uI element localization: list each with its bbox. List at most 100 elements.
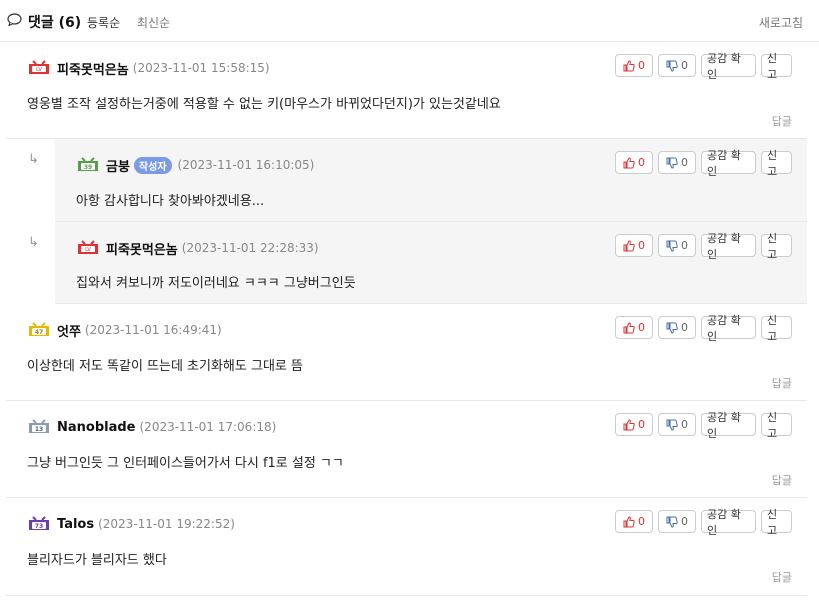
reply-button[interactable]: 답글 — [772, 472, 792, 488]
comment-item: 13 Nanoblade (2023-11-01 17:06:18) 0 0 공… — [6, 401, 807, 498]
dislike-count: 0 — [681, 59, 688, 72]
comment-actions: 0 0 공감 확인 신고 — [615, 232, 792, 261]
comment-date: (2023-11-01 16:49:41) — [84, 323, 222, 337]
sort-latest-tab[interactable]: 최신순 — [137, 14, 170, 31]
comment-actions: 0 0 공감 확인 신고 — [615, 508, 792, 537]
level-icon: 39 — [78, 157, 98, 171]
report-button[interactable]: 신고 — [761, 411, 792, 440]
reply-button[interactable]: 답글 — [772, 113, 792, 129]
like-button[interactable]: 0 — [615, 54, 653, 77]
level-icon: LV — [29, 60, 49, 74]
like-count: 0 — [638, 156, 645, 169]
comment-date: (2023-11-01 19:22:52) — [98, 517, 235, 531]
sort-registered-tab[interactable]: 등록순 — [87, 14, 120, 31]
thumbs-up-icon — [623, 418, 635, 430]
reply-item: LV 피죽못먹은놈 (2023-11-01 22:28:33) 0 0 공감 확… — [55, 222, 807, 304]
comments-header: 댓글 (6) 등록순 최신순 새로고침 — [0, 0, 819, 42]
comment-actions: 0 0 공감 확인 신고 — [615, 149, 792, 178]
report-button[interactable]: 신고 — [761, 52, 792, 81]
report-button[interactable]: 신고 — [761, 508, 792, 537]
svg-text:LV: LV — [85, 247, 91, 253]
level-icon: 47 — [29, 322, 49, 336]
dislike-count: 0 — [681, 239, 688, 252]
comment-date: (2023-11-01 17:06:18) — [139, 420, 277, 434]
level-icon: 73 — [29, 516, 49, 530]
like-count: 0 — [638, 515, 645, 528]
dislike-button[interactable]: 0 — [658, 234, 696, 257]
comment-author-row: 73 Talos (2023-11-01 19:22:52) — [27, 515, 235, 533]
comment-author-nick[interactable]: 피죽못먹은놈 — [57, 59, 129, 78]
like-count: 0 — [638, 418, 645, 431]
like-button[interactable]: 0 — [615, 413, 653, 436]
like-button[interactable]: 0 — [615, 234, 653, 257]
dislike-button[interactable]: 0 — [658, 413, 696, 436]
comment-date: (2023-11-01 16:10:05) — [177, 158, 315, 172]
svg-text:LV: LV — [36, 67, 42, 73]
comment-actions: 0 0 공감 확인 신고 — [615, 314, 792, 343]
dislike-count: 0 — [681, 321, 688, 334]
comment-author-row: LV 피죽못먹은놈 (2023-11-01 22:28:33) — [76, 239, 319, 258]
comment-author-row: 13 Nanoblade (2023-11-01 17:06:18) — [27, 418, 276, 436]
report-button[interactable]: 신고 — [761, 149, 792, 178]
empathy-check-button[interactable]: 공감 확인 — [701, 149, 756, 178]
report-button[interactable]: 신고 — [761, 232, 792, 261]
comment-author-nick[interactable]: 엇쭈 — [57, 321, 81, 340]
thumbs-down-icon — [666, 157, 678, 169]
comment-author-nick[interactable]: Talos — [57, 517, 94, 532]
reply-arrow-icon: ↳ — [28, 152, 39, 167]
like-count: 0 — [638, 59, 645, 72]
reply-button[interactable]: 답글 — [772, 375, 792, 391]
author-badge: 작성자 — [133, 156, 172, 174]
comment-author-row: 47 엇쭈 (2023-11-01 16:49:41) — [27, 321, 222, 340]
level-icon: 13 — [29, 419, 49, 433]
svg-text:39: 39 — [84, 164, 92, 171]
dislike-button[interactable]: 0 — [658, 316, 696, 339]
thumbs-down-icon — [666, 516, 678, 528]
comment-date: (2023-11-01 15:58:15) — [132, 61, 270, 75]
empathy-check-button[interactable]: 공감 확인 — [701, 52, 756, 81]
dislike-count: 0 — [681, 156, 688, 169]
empathy-check-button[interactable]: 공감 확인 — [701, 314, 756, 343]
thumbs-down-icon — [666, 322, 678, 334]
empathy-check-button[interactable]: 공감 확인 — [701, 508, 756, 537]
reply-button[interactable]: 답글 — [772, 569, 792, 585]
thumbs-down-icon — [666, 419, 678, 431]
refresh-button[interactable]: 새로고침 — [759, 14, 803, 31]
comments-title: 댓글 (6) — [28, 15, 82, 31]
reply-arrow-icon: ↳ — [28, 235, 39, 250]
thumbs-up-icon — [623, 156, 635, 168]
comment-author-row: LV 피죽못먹은놈 (2023-11-01 15:58:15) — [27, 59, 270, 78]
comment-bubble-icon — [7, 13, 22, 26]
comment-item: 73 Talos (2023-11-01 19:22:52) 0 0 공감 확인… — [6, 498, 807, 596]
dislike-button[interactable]: 0 — [658, 510, 696, 533]
svg-text:13: 13 — [35, 426, 43, 433]
thumbs-up-icon — [623, 59, 635, 71]
like-button[interactable]: 0 — [615, 316, 653, 339]
comment-text: 아항 감사합니다 찾아봐야겠네용... — [76, 194, 265, 209]
comment-author-nick[interactable]: 피죽못먹은놈 — [106, 239, 178, 258]
like-button[interactable]: 0 — [615, 151, 653, 174]
comment-text: 그냥 버그인듯 그 인터페이스들어가서 다시 f1로 설정 ㄱㄱ — [27, 456, 344, 471]
empathy-check-button[interactable]: 공감 확인 — [701, 411, 756, 440]
thumbs-up-icon — [623, 239, 635, 251]
comment-author-row: 39 금붕 작성자 (2023-11-01 16:10:05) — [76, 156, 315, 175]
comment-author-nick[interactable]: 금붕 — [106, 156, 130, 175]
thumbs-up-icon — [623, 515, 635, 527]
comment-item: LV 피죽못먹은놈 (2023-11-01 15:58:15) 0 0 공감 확… — [6, 42, 807, 139]
comment-text: 이상한데 저도 똑같이 뜨는데 초기화해도 그대로 뜸 — [27, 359, 303, 374]
level-icon: LV — [78, 240, 98, 254]
comment-text: 집와서 켜보니까 저도이러네요 ㅋㅋㅋ 그냥버그인듯 — [76, 276, 356, 291]
like-count: 0 — [638, 239, 645, 252]
svg-text:73: 73 — [35, 523, 43, 530]
comment-author-nick[interactable]: Nanoblade — [57, 420, 136, 435]
like-button[interactable]: 0 — [615, 510, 653, 533]
thumbs-up-icon — [623, 321, 635, 333]
dislike-count: 0 — [681, 418, 688, 431]
empathy-check-button[interactable]: 공감 확인 — [701, 232, 756, 261]
dislike-button[interactable]: 0 — [658, 54, 696, 77]
report-button[interactable]: 신고 — [761, 314, 792, 343]
like-count: 0 — [638, 321, 645, 334]
comment-text: 영웅별 조작 설정하는거중에 적용할 수 없는 키(마우스가 바뀌었다던지)가 … — [27, 97, 501, 112]
comment-text: 블리자드가 블리자드 했다 — [27, 553, 167, 568]
dislike-button[interactable]: 0 — [658, 151, 696, 174]
